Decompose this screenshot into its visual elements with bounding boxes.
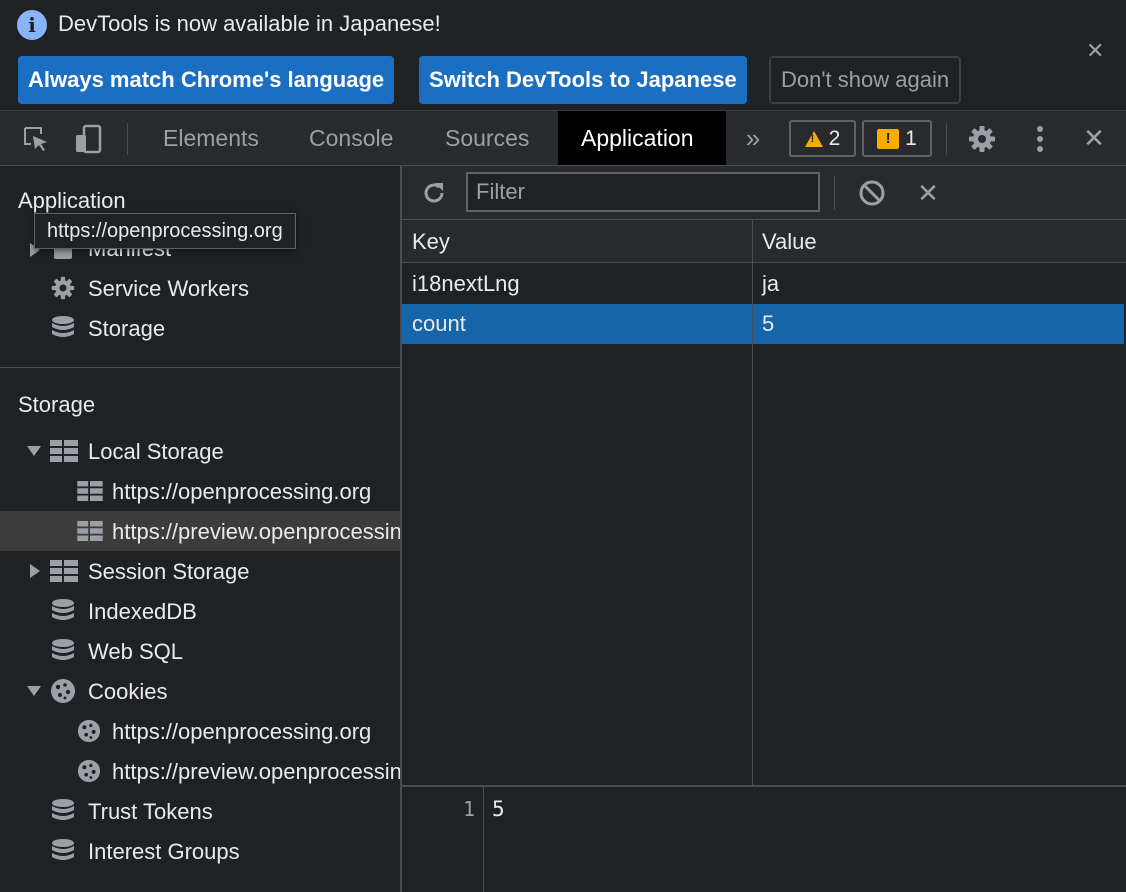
column-header-value[interactable]: Value [752,220,817,263]
settings-gear-icon[interactable] [960,111,1004,166]
delete-selected-icon[interactable]: ✕ [908,166,948,220]
toolbar-separator [834,176,835,210]
sidebar-item-cookies[interactable]: Cookies [0,671,400,711]
sidebar-item-label: https://preview.openprocessing.org [112,759,402,784]
application-section-title: Application [18,188,126,213]
storage-section-title: Storage [18,392,96,417]
infobar-close-icon[interactable]: ✕ [1086,38,1104,64]
clear-all-icon[interactable] [852,166,892,220]
sidebar-item-label: Session Storage [88,559,250,584]
sidebar-item-interest-groups[interactable]: Interest Groups [0,831,400,871]
collapse-arrow-icon [27,686,41,696]
issues-badge[interactable]: ! 1 [862,120,932,157]
sidebar-item-session-storage[interactable]: Session Storage [0,551,400,591]
database-icon [50,638,76,664]
table-icon [50,438,78,464]
tab-sources[interactable]: Sources [422,111,552,165]
sidebar-item-storage-overview[interactable]: Storage [0,308,400,348]
url-tooltip: https://openprocessing.org [34,213,296,249]
value-cell: 5 [762,311,775,336]
devtools-tabbar: Elements Console Sources Application » 2… [0,111,1126,166]
storage-toolbar: ✕ [402,166,1126,220]
grid-header: Key Value [402,220,1126,263]
cookie-icon [76,758,102,784]
cookie-icon [50,678,76,704]
preview-content[interactable]: 5 [492,797,505,821]
expand-arrow-icon [30,564,40,578]
sidebar-item-label: Cookies [88,679,168,704]
section-divider [0,367,400,368]
sidebar-item-local-storage-preview-origin[interactable]: https://preview.openprocessing.org [0,511,400,551]
table-icon [50,558,78,584]
database-icon [50,838,76,864]
table-icon [76,478,104,504]
sidebar-item-local-storage-origin[interactable]: https://openprocessing.org [0,471,400,511]
sidebar-item-label: Web SQL [88,639,183,664]
issue-icon: ! [877,128,900,149]
table-row-selected[interactable]: count 5 [402,304,1124,344]
filter-input[interactable] [466,172,820,212]
sidebar-item-label: Local Storage [88,439,224,464]
more-options-icon[interactable] [1020,111,1060,166]
sidebar-item-label: Trust Tokens [88,799,213,824]
collapse-arrow-icon [27,446,41,456]
key-cell: count [412,311,466,336]
issues-count: 1 [905,126,917,150]
application-sidebar: Application https://openprocessing.org M… [0,166,402,892]
line-gutter: 1 [402,787,484,892]
language-infobar: i DevTools is now available in Japanese!… [0,0,1126,111]
info-icon: i [17,10,47,40]
sidebar-item-cookies-origin[interactable]: https://openprocessing.org [0,711,400,751]
database-icon [50,798,76,824]
always-match-language-button[interactable]: Always match Chrome's language [18,56,395,104]
column-divider[interactable] [752,220,753,785]
database-icon [50,598,76,624]
key-cell: i18nextLng [412,271,520,296]
toolbar-separator [127,123,128,155]
table-row[interactable]: i18nextLng ja [402,264,1124,304]
line-number: 1 [462,797,475,821]
sidebar-item-web-sql[interactable]: Web SQL [0,631,400,671]
sidebar-item-cookies-preview-origin[interactable]: https://preview.openprocessing.org [0,751,400,791]
storage-items-panel: ✕ Key Value i18nextLng ja count 5 1 5 [402,166,1126,892]
device-toolbar-icon[interactable] [66,111,110,166]
refresh-icon[interactable] [414,166,454,220]
switch-to-japanese-button[interactable]: Switch DevTools to Japanese [419,56,747,104]
sidebar-item-label: https://openprocessing.org [112,719,372,744]
gear-icon [50,275,76,301]
more-tabs-icon[interactable]: » [736,111,770,166]
table-icon [76,518,104,544]
warnings-count: 2 [828,126,841,150]
sidebar-item-trust-tokens[interactable]: Trust Tokens [0,791,400,831]
sidebar-item-label: https://preview.openprocessing.org [112,519,402,544]
toolbar-separator [946,123,947,155]
dont-show-again-button[interactable]: Don't show again [769,56,962,104]
warnings-badge[interactable]: 2 [789,120,856,157]
column-header-key[interactable]: Key [402,220,450,263]
sidebar-item-service-workers[interactable]: Service Workers [0,268,400,308]
sidebar-item-label: Service Workers [88,276,249,301]
cookie-icon [76,718,102,744]
sidebar-item-local-storage[interactable]: Local Storage [0,431,400,471]
sidebar-item-indexeddb[interactable]: IndexedDB [0,591,400,631]
sidebar-item-label: Storage [88,316,166,341]
tab-console[interactable]: Console [286,111,416,165]
value-preview: 1 5 [402,785,1126,892]
tab-elements[interactable]: Elements [140,111,282,165]
close-devtools-icon[interactable]: ✕ [1074,111,1114,166]
infobar-message: DevTools is now available in Japanese! [58,11,441,36]
warning-icon [804,130,823,147]
value-cell: ja [762,271,780,296]
sidebar-item-label: https://openprocessing.org [112,479,372,504]
database-icon [50,315,76,341]
tab-application[interactable]: Application [558,111,726,165]
sidebar-item-label: Interest Groups [88,839,240,864]
inspect-element-icon[interactable] [14,111,58,166]
sidebar-item-label: IndexedDB [88,599,197,624]
